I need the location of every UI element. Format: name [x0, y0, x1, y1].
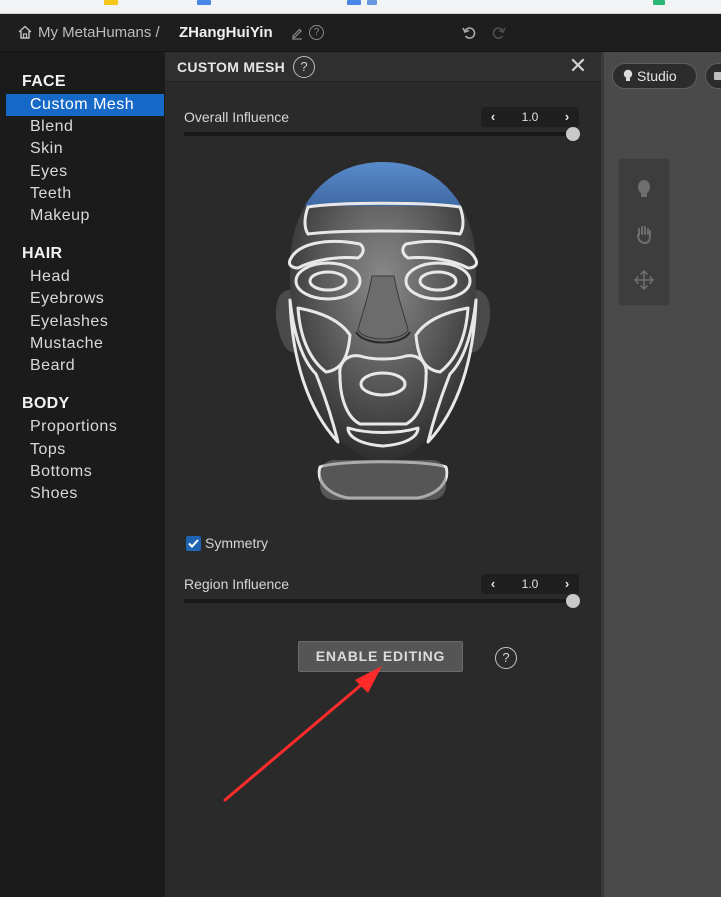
bookmark-favicon[interactable] — [367, 0, 377, 5]
neck-fill — [320, 460, 446, 500]
help-circle-icon[interactable]: ? — [293, 56, 315, 78]
sidebar-item-proportions[interactable]: Proportions — [6, 416, 164, 438]
hand-tool-icon[interactable] — [633, 223, 655, 245]
chevron-right-icon[interactable]: › — [557, 107, 577, 127]
chevron-left-icon[interactable]: ‹ — [483, 107, 503, 127]
light-bulb-icon — [623, 69, 633, 81]
metahuman-name: ZHangHuiYin — [179, 24, 273, 41]
close-icon[interactable]: ✕ — [567, 55, 589, 77]
chevron-right-icon[interactable]: › — [557, 574, 577, 594]
viewport-mode-button[interactable] — [705, 63, 721, 89]
sidebar-item-blend[interactable]: Blend — [6, 116, 164, 138]
overall-influence-slider[interactable] — [184, 127, 580, 141]
sidebar-item-mustache[interactable]: Mustache — [6, 333, 164, 355]
panel-header: CUSTOM MESH ? ✕ — [165, 52, 601, 82]
head-tool-icon[interactable] — [633, 177, 655, 199]
sidebar-section-hair: HAIR — [22, 245, 63, 262]
panel-title: CUSTOM MESH — [177, 59, 286, 75]
overall-influence-label: Overall Influence — [184, 109, 290, 125]
breadcrumb: My MetaHumans / — [38, 24, 160, 41]
help-circle-icon[interactable]: ? — [495, 647, 517, 669]
overall-influence-value[interactable]: 1.0 — [507, 107, 553, 127]
home-icon[interactable] — [17, 24, 33, 40]
breadcrumb-separator: / — [155, 24, 160, 41]
sidebar-item-eyebrows[interactable]: Eyebrows — [6, 288, 164, 310]
region-influence-slider[interactable] — [184, 594, 580, 608]
symmetry-label[interactable]: Symmetry — [205, 535, 268, 551]
app-root: My MetaHumans / ZHangHuiYin ? FACE Custo… — [0, 0, 721, 897]
sidebar-item-custom-mesh[interactable]: Custom Mesh — [6, 94, 164, 116]
region-influence-value[interactable]: 1.0 — [507, 574, 553, 594]
bookmark-favicon[interactable] — [653, 0, 665, 5]
sidebar-item-shoes[interactable]: Shoes — [6, 483, 164, 505]
custom-mesh-panel: CUSTOM MESH ? ✕ Overall Influence ‹ 1.0 … — [165, 52, 601, 897]
undo-icon[interactable] — [461, 25, 477, 41]
move-tool-icon[interactable] — [633, 269, 655, 291]
bookmark-favicon[interactable] — [104, 0, 118, 5]
region-influence-handle[interactable] — [566, 594, 580, 608]
square-icon — [714, 72, 721, 80]
region-influence-stepper: ‹ 1.0 › — [481, 574, 579, 594]
overall-influence-handle[interactable] — [566, 127, 580, 141]
sidebar-item-eyelashes[interactable]: Eyelashes — [6, 311, 164, 333]
sidebar-item-beard[interactable]: Beard — [6, 355, 164, 377]
sidebar-item-teeth[interactable]: Teeth — [6, 183, 164, 205]
studio-label: Studio — [637, 68, 677, 84]
sidebar-item-tops[interactable]: Tops — [6, 439, 164, 461]
sidebar-item-skin[interactable]: Skin — [6, 138, 164, 160]
face-region-map[interactable] — [268, 160, 498, 505]
sidebar: FACE Custom Mesh Blend Skin Eyes Teeth M… — [0, 52, 165, 897]
sidebar-item-bottoms[interactable]: Bottoms — [6, 461, 164, 483]
bookmark-favicon[interactable] — [347, 0, 361, 5]
overall-influence-stepper: ‹ 1.0 › — [481, 107, 579, 127]
browser-bookmark-strip — [0, 0, 721, 14]
chevron-left-icon[interactable]: ‹ — [483, 574, 503, 594]
overall-influence-fill — [184, 132, 573, 136]
sidebar-item-eyes[interactable]: Eyes — [6, 161, 164, 183]
top-bar: My MetaHumans / ZHangHuiYin ? — [0, 14, 721, 52]
studio-button[interactable]: Studio — [612, 63, 697, 89]
redo-icon[interactable] — [491, 25, 507, 41]
sidebar-section-body: BODY — [22, 395, 70, 412]
breadcrumb-root[interactable]: My MetaHumans — [38, 24, 151, 41]
edit-pencil-icon[interactable] — [290, 26, 304, 40]
viewport-tool-strip — [618, 158, 670, 306]
checkmark-icon — [188, 539, 199, 548]
region-influence-fill — [184, 599, 573, 603]
viewport-divider[interactable] — [601, 52, 604, 897]
bookmark-favicon[interactable] — [197, 0, 211, 5]
help-circle-icon[interactable]: ? — [309, 25, 324, 40]
sidebar-item-makeup[interactable]: Makeup — [6, 205, 164, 227]
sidebar-item-head[interactable]: Head — [6, 266, 164, 288]
region-influence-label: Region Influence — [184, 576, 290, 592]
enable-editing-button[interactable]: ENABLE EDITING — [298, 641, 463, 672]
sidebar-section-face: FACE — [22, 73, 66, 90]
symmetry-checkbox[interactable] — [186, 536, 201, 551]
3d-viewport[interactable]: Studio — [601, 52, 721, 897]
scalp-region-selected[interactable] — [268, 160, 498, 206]
